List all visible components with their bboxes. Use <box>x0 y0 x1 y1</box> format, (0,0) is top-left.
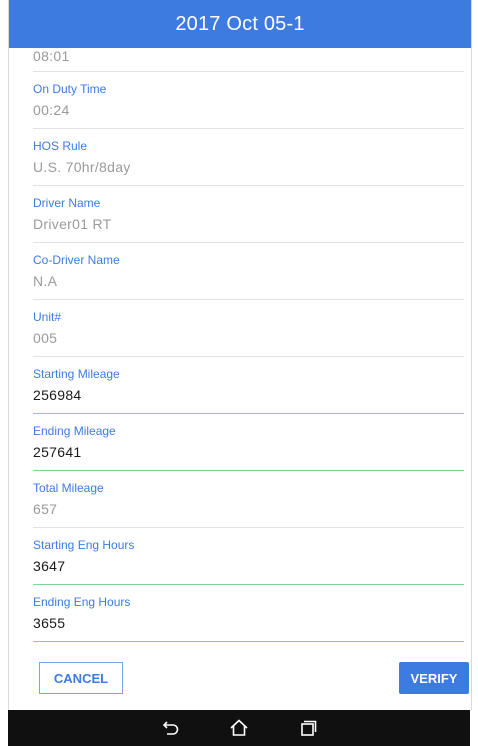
field-on-duty-time: On Duty Time 00:24 <box>33 72 464 129</box>
field-value: Driver01 RT <box>33 216 112 232</box>
starting-eng-hours-input[interactable]: Starting Eng Hours 3647 <box>33 528 464 585</box>
recents-icon[interactable] <box>297 718 317 738</box>
field-value[interactable]: 257641 <box>33 444 82 460</box>
field-label: Starting Mileage <box>33 367 120 381</box>
field-value[interactable]: 256984 <box>33 387 82 403</box>
title-bar: 2017 Oct 05-1 <box>9 0 471 48</box>
field-label: Ending Eng Hours <box>33 595 131 609</box>
system-navigation-bar <box>8 710 470 746</box>
ending-eng-hours-input[interactable]: Ending Eng Hours 3655 <box>33 585 464 642</box>
field-value: U.S. 70hr/8day <box>33 159 131 175</box>
form-scroll-area[interactable]: 08:01 On Duty Time 00:24 HOS Rule U.S. 7… <box>9 48 471 646</box>
field-total-mileage: Total Mileage 657 <box>33 471 464 528</box>
field-label: Co-Driver Name <box>33 253 120 267</box>
verify-button[interactable]: VERIFY <box>399 662 469 694</box>
page-title: 2017 Oct 05-1 <box>175 12 305 35</box>
field-value: 657 <box>33 501 58 517</box>
field-value[interactable]: 3655 <box>33 615 65 631</box>
field-value: 00:24 <box>33 102 70 118</box>
cancel-button[interactable]: CANCEL <box>39 662 123 694</box>
previous-field-partial: 08:01 <box>33 48 464 72</box>
home-icon[interactable] <box>229 718 249 738</box>
field-label: On Duty Time <box>33 82 107 96</box>
app-window: 2017 Oct 05-1 08:01 On Duty Time 00:24 H… <box>8 0 472 710</box>
ending-mileage-input[interactable]: Ending Mileage 257641 <box>33 414 464 471</box>
back-icon[interactable] <box>161 718 181 738</box>
field-value: N.A <box>33 273 58 289</box>
field-unit: Unit# 005 <box>33 300 464 357</box>
field-label: Ending Mileage <box>33 424 116 438</box>
input-underline <box>33 640 464 642</box>
field-value: 005 <box>33 330 58 346</box>
field-hos-rule: HOS Rule U.S. 70hr/8day <box>33 129 464 186</box>
field-label: HOS Rule <box>33 139 88 153</box>
starting-mileage-input[interactable]: Starting Mileage 256984 <box>33 357 464 414</box>
field-label: Driver Name <box>33 196 101 210</box>
previous-field-value: 08:01 <box>33 48 70 64</box>
field-co-driver-name: Co-Driver Name N.A <box>33 243 464 300</box>
field-value[interactable]: 3647 <box>33 558 65 574</box>
field-label: Starting Eng Hours <box>33 538 135 552</box>
field-label: Unit# <box>33 310 62 324</box>
field-driver-name: Driver Name Driver01 RT <box>33 186 464 243</box>
field-label: Total Mileage <box>33 481 104 495</box>
